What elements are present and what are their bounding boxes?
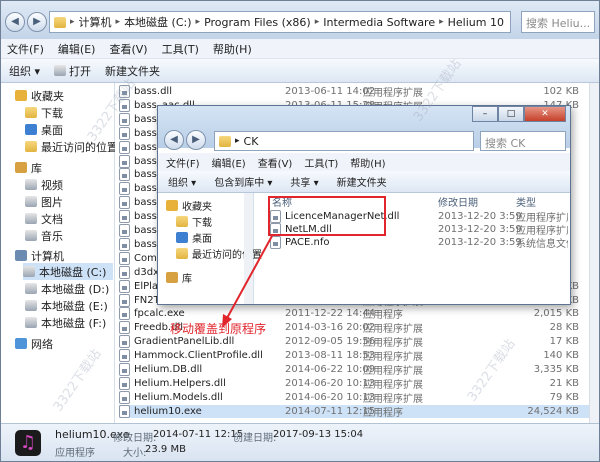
annotation-text: 移动覆盖到原程序 <box>170 322 267 336</box>
annotation-arrow <box>222 235 273 328</box>
